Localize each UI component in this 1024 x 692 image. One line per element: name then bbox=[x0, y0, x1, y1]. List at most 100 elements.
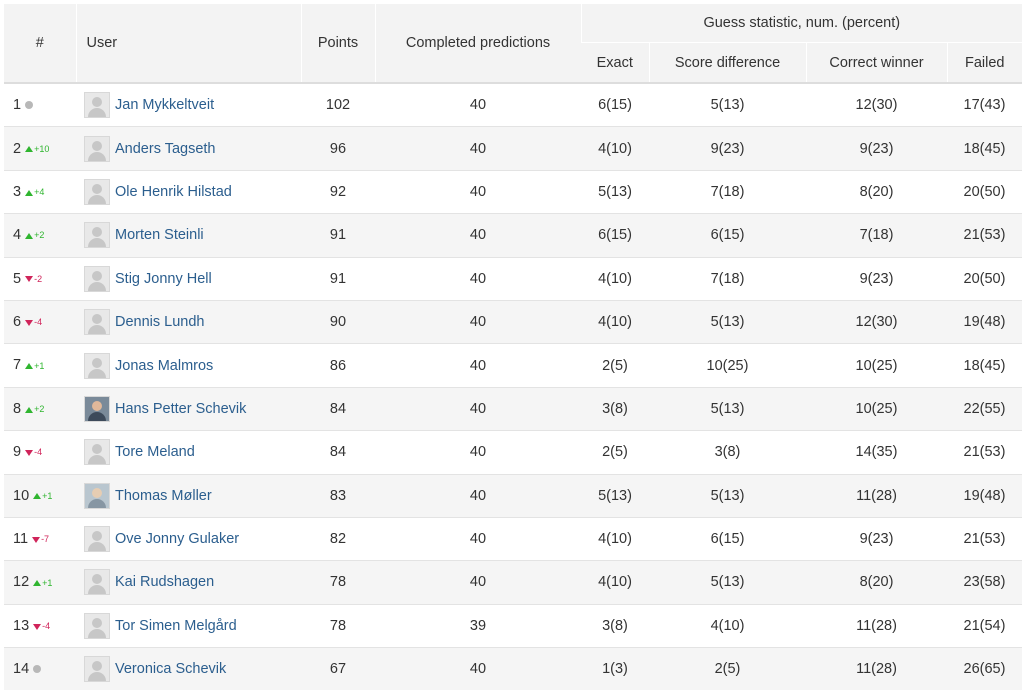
rank-cell: 4 +2 bbox=[4, 213, 76, 258]
failed-cell: 19(48) bbox=[947, 299, 1022, 344]
points-cell: 86 bbox=[301, 343, 375, 388]
exact-cell: 3(8) bbox=[581, 386, 649, 431]
score-difference-cell: 6(15) bbox=[649, 213, 806, 258]
user-name-link[interactable]: Stig Jonny Hell bbox=[115, 271, 212, 287]
failed-cell: 17(43) bbox=[963, 97, 1006, 114]
avatar[interactable] bbox=[84, 222, 110, 249]
table-row: 1 Jan Mykkeltveit 102 40 6(15) 5(13) 12(30) 17(… bbox=[4, 83, 1022, 127]
user-name-link[interactable]: Jan Mykkeltveit bbox=[115, 97, 214, 113]
exact-cell: 6(15) bbox=[581, 213, 649, 258]
failed-cell: 22(55) bbox=[947, 386, 1022, 431]
table-row: 10 +1 Thomas Møller 83 40 5(13) 5(13) 11(28) 19(… bbox=[4, 473, 1022, 518]
avatar[interactable] bbox=[84, 612, 110, 639]
points-cell: 96 bbox=[301, 126, 375, 171]
table-row: 14 Veronica Schevik 67 40 1(3) 2(5) 11(28) 26(6… bbox=[4, 647, 1022, 691]
rank-cell: 3 +4 bbox=[4, 169, 76, 214]
table-row: 5 -2 Stig Jonny Hell 91 40 4(10) 7(18) 9(23) 20(… bbox=[4, 256, 1022, 301]
points-cell: 82 bbox=[301, 516, 375, 561]
avatar[interactable] bbox=[84, 439, 110, 466]
rank-number: 1 bbox=[13, 97, 22, 114]
avatar[interactable] bbox=[84, 265, 110, 292]
avatar[interactable] bbox=[84, 569, 110, 596]
avatar[interactable] bbox=[84, 656, 110, 683]
rank-cell: 9 -4 bbox=[4, 430, 76, 475]
rank-change: +2 bbox=[25, 230, 44, 240]
rank-change-value: +4 bbox=[34, 187, 45, 198]
no-change-icon bbox=[33, 664, 42, 675]
user-cell: Stig Jonny Hell bbox=[76, 256, 301, 301]
points-cell: 91 bbox=[301, 213, 375, 258]
failed-cell: 19(48) bbox=[947, 473, 1022, 518]
header-failed[interactable]: Failed bbox=[946, 42, 1022, 84]
score-difference-cell: 5(13) bbox=[710, 97, 745, 114]
user-name-link[interactable]: Hans Petter Schevik bbox=[115, 401, 246, 417]
header-completed-predictions[interactable]: Completed predictions bbox=[374, 4, 581, 84]
completed-predictions-cell: 40 bbox=[375, 560, 581, 605]
avatar[interactable] bbox=[84, 526, 110, 553]
completed-predictions-cell: 40 bbox=[375, 169, 581, 214]
user-name-link[interactable]: Anders Tagseth bbox=[115, 141, 216, 157]
rank-cell: 7 +1 bbox=[4, 343, 76, 388]
correct-winner-cell: 9(23) bbox=[806, 126, 947, 171]
rank-number: 12 bbox=[13, 574, 30, 591]
exact-cell: 5(13) bbox=[581, 473, 649, 518]
avatar[interactable] bbox=[84, 178, 110, 205]
user-name-link[interactable]: Ole Henrik Hilstad bbox=[115, 184, 232, 200]
completed-predictions-cell: 40 bbox=[375, 516, 581, 561]
avatar[interactable] bbox=[84, 92, 110, 119]
header-correct-winner[interactable]: Correct winner bbox=[805, 42, 947, 84]
avatar[interactable] bbox=[84, 482, 110, 509]
user-name-link[interactable]: Tor Simen Melgård bbox=[115, 618, 237, 634]
score-difference-cell: 7(18) bbox=[649, 169, 806, 214]
user-cell: Tor Simen Melgård bbox=[76, 603, 301, 648]
correct-winner-cell: 11(28) bbox=[806, 473, 947, 518]
points-cell: 67 bbox=[301, 647, 375, 691]
user-name-link[interactable]: Tore Meland bbox=[115, 444, 195, 460]
avatar[interactable] bbox=[84, 135, 110, 162]
rank-change-value: +1 bbox=[42, 577, 53, 588]
failed-cell: 26(65) bbox=[947, 647, 1022, 691]
user-cell: Dennis Lundh bbox=[76, 299, 301, 344]
completed-predictions-cell: 40 bbox=[375, 386, 581, 431]
user-cell: Kai Rudshagen bbox=[76, 560, 301, 605]
rank-change: -4 bbox=[33, 621, 50, 631]
user-name-link[interactable]: Jonas Malmros bbox=[115, 358, 213, 374]
user-name-link[interactable]: Thomas Møller bbox=[115, 488, 212, 504]
header-exact[interactable]: Exact bbox=[581, 42, 649, 84]
table-row: 11 -7 Ove Jonny Gulaker 82 40 4(10) 6(15) 9(23)… bbox=[4, 516, 1022, 561]
arrow-up-icon bbox=[25, 363, 34, 370]
correct-winner-cell: 9(23) bbox=[806, 256, 947, 301]
points-cell: 78 bbox=[301, 603, 375, 648]
table-row: 7 +1 Jonas Malmros 86 40 2(5) 10(25) 10(25) 18(4… bbox=[4, 343, 1022, 388]
correct-winner-cell: 8(20) bbox=[806, 169, 947, 214]
points-cell: 84 bbox=[301, 386, 375, 431]
score-difference-cell: 7(18) bbox=[649, 256, 806, 301]
rank-change: +10 bbox=[25, 144, 49, 154]
correct-winner-cell: 9(23) bbox=[806, 516, 947, 561]
avatar[interactable] bbox=[84, 395, 110, 422]
correct-winner-cell: 10(25) bbox=[806, 343, 947, 388]
user-name-link[interactable]: Veronica Schevik bbox=[115, 661, 226, 677]
points-cell: 90 bbox=[301, 299, 375, 344]
arrow-up-icon bbox=[33, 493, 42, 500]
rank-number: 4 bbox=[13, 227, 22, 244]
user-name-link[interactable]: Dennis Lundh bbox=[115, 314, 205, 330]
score-difference-cell: 2(5) bbox=[649, 647, 806, 691]
exact-cell: 4(10) bbox=[581, 299, 649, 344]
completed-predictions-cell: 40 bbox=[375, 299, 581, 344]
avatar[interactable] bbox=[84, 352, 110, 379]
rank-change: -4 bbox=[25, 447, 42, 457]
table-row: 8 +2 Hans Petter Schevik 84 40 3(8) 5(13) 10(25… bbox=[4, 386, 1022, 431]
header-score-difference[interactable]: Score difference bbox=[648, 42, 806, 84]
user-name-link[interactable]: Kai Rudshagen bbox=[115, 574, 214, 590]
failed-cell: 21(54) bbox=[947, 603, 1022, 648]
header-rank[interactable]: # bbox=[4, 4, 76, 84]
header-points[interactable]: Points bbox=[300, 4, 375, 84]
arrow-down-icon bbox=[25, 450, 34, 457]
user-name-link[interactable]: Ove Jonny Gulaker bbox=[115, 531, 239, 547]
header-user[interactable]: User bbox=[75, 4, 301, 84]
table-row: 3 +4 Ole Henrik Hilstad 92 40 5(13) 7(18) 8(20)… bbox=[4, 169, 1022, 214]
avatar[interactable] bbox=[84, 309, 110, 336]
score-difference-cell: 5(13) bbox=[649, 560, 806, 605]
user-name-link[interactable]: Morten Steinli bbox=[115, 227, 204, 243]
